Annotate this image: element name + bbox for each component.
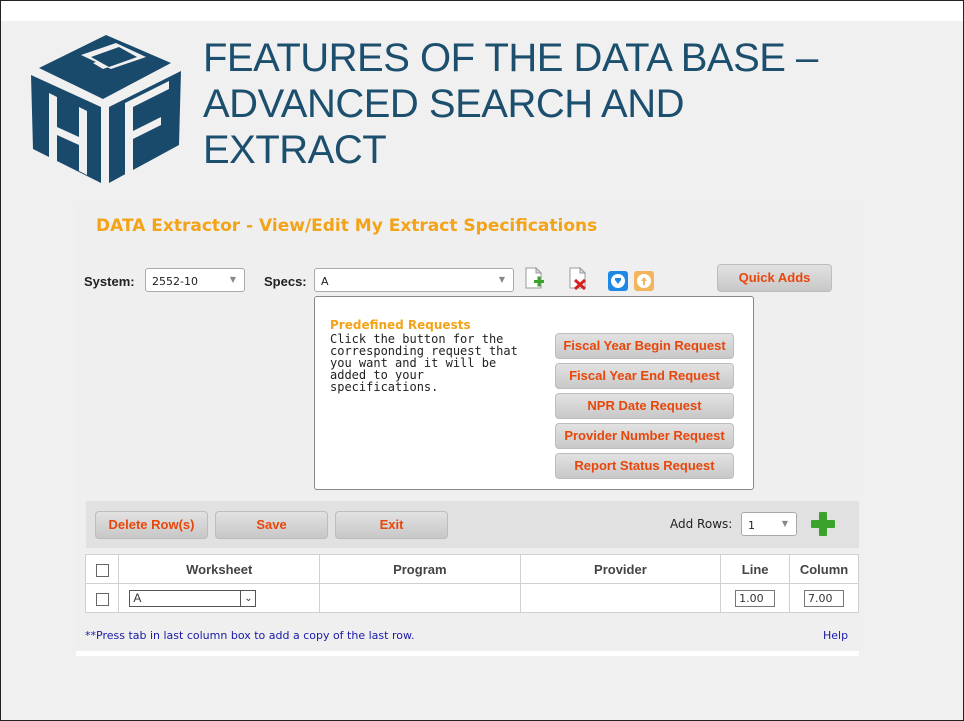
col-program: Program	[319, 554, 521, 584]
provider-number-button[interactable]: Provider Number Request	[555, 423, 734, 449]
col-provider: Provider	[519, 554, 722, 584]
row-checkbox[interactable]	[95, 592, 109, 606]
screenshot-area: DATA Extractor - View/Edit My Extract Sp…	[76, 201, 859, 656]
chevron-down-icon: ▼	[498, 275, 505, 284]
npr-date-button[interactable]: NPR Date Request	[555, 393, 734, 419]
table-header-row: Worksheet Program Provider Line Column	[84, 554, 859, 584]
report-status-button[interactable]: Report Status Request	[555, 453, 734, 479]
slide-title: FEATURES OF THE DATA BASE – ADVANCED SEA…	[203, 35, 943, 173]
line-cell: 1.00	[720, 583, 791, 613]
slide: FEATURES OF THE DATA BASE – ADVANCED SEA…	[0, 0, 964, 721]
col-line: Line	[720, 554, 791, 584]
system-label: System:	[84, 274, 135, 289]
system-select[interactable]: 2552-10 ▼	[145, 268, 245, 292]
delete-spec-icon[interactable]	[566, 267, 590, 291]
slide-top-band	[1, 1, 963, 21]
worksheet-cell: A ⌄	[118, 583, 321, 613]
add-rows-value: 1	[748, 519, 755, 532]
upload-icon[interactable]	[632, 269, 656, 293]
spec-table: Worksheet Program Provider Line Column A…	[84, 554, 859, 613]
provider-cell[interactable]	[519, 583, 722, 613]
col-column: Column	[789, 554, 859, 584]
row-toolbar: Delete Row(s) Save Exit Add Rows: 1 ▼	[86, 501, 859, 548]
predefined-requests-popup: Predefined Requests Click the button for…	[314, 296, 754, 490]
worksheet-value: A	[133, 590, 142, 605]
column-input[interactable]: 7.00	[804, 589, 845, 607]
chevron-down-icon: ▼	[781, 519, 788, 528]
line-input[interactable]: 1.00	[735, 589, 776, 607]
save-button[interactable]: Save	[215, 511, 328, 539]
system-select-value: 2552-10	[152, 275, 198, 288]
chevron-down-icon: ▼	[229, 275, 236, 284]
table-row: A ⌄ 1.00 7.00	[84, 583, 859, 613]
quick-adds-button[interactable]: Quick Adds	[717, 264, 832, 292]
slide-title-line-1: FEATURES OF THE DATA BASE –	[203, 36, 818, 80]
slide-title-line-3: EXTRACT	[203, 128, 387, 172]
fiscal-year-begin-button[interactable]: Fiscal Year Begin Request	[555, 333, 734, 359]
add-rows-select[interactable]: 1 ▼	[741, 512, 797, 536]
program-cell[interactable]	[319, 583, 521, 613]
add-spec-icon[interactable]	[522, 267, 546, 291]
specs-select-value: A	[321, 275, 329, 288]
specs-select[interactable]: A ▼	[314, 268, 514, 292]
download-icon[interactable]	[606, 269, 630, 293]
add-rows-plus-icon[interactable]	[809, 510, 837, 538]
help-link[interactable]: Help	[823, 629, 848, 642]
extractor-panel: DATA Extractor - View/Edit My Extract Sp…	[76, 201, 859, 651]
add-rows-label: Add Rows:	[670, 517, 733, 531]
worksheet-select[interactable]: A ⌄	[129, 589, 257, 607]
col-worksheet: Worksheet	[118, 554, 321, 584]
select-all-checkbox[interactable]	[95, 563, 109, 577]
hfp-cube-logo	[31, 35, 181, 183]
select-all-cell	[84, 554, 120, 584]
row-select-cell	[84, 583, 120, 613]
tab-hint-note: **Press tab in last column box to add a …	[85, 629, 415, 642]
predefined-description: Click the button for the corresponding r…	[330, 332, 518, 394]
slide-title-line-2: ADVANCED SEARCH AND	[203, 82, 684, 126]
predefined-title: Predefined Requests	[330, 318, 471, 332]
extractor-heading: DATA Extractor - View/Edit My Extract Sp…	[96, 216, 598, 236]
delete-rows-button[interactable]: Delete Row(s)	[95, 511, 208, 539]
column-cell: 7.00	[789, 583, 859, 613]
chevron-down-icon: ⌄	[240, 590, 255, 606]
fiscal-year-end-button[interactable]: Fiscal Year End Request	[555, 363, 734, 389]
exit-button[interactable]: Exit	[335, 511, 448, 539]
specs-label: Specs:	[264, 274, 307, 289]
